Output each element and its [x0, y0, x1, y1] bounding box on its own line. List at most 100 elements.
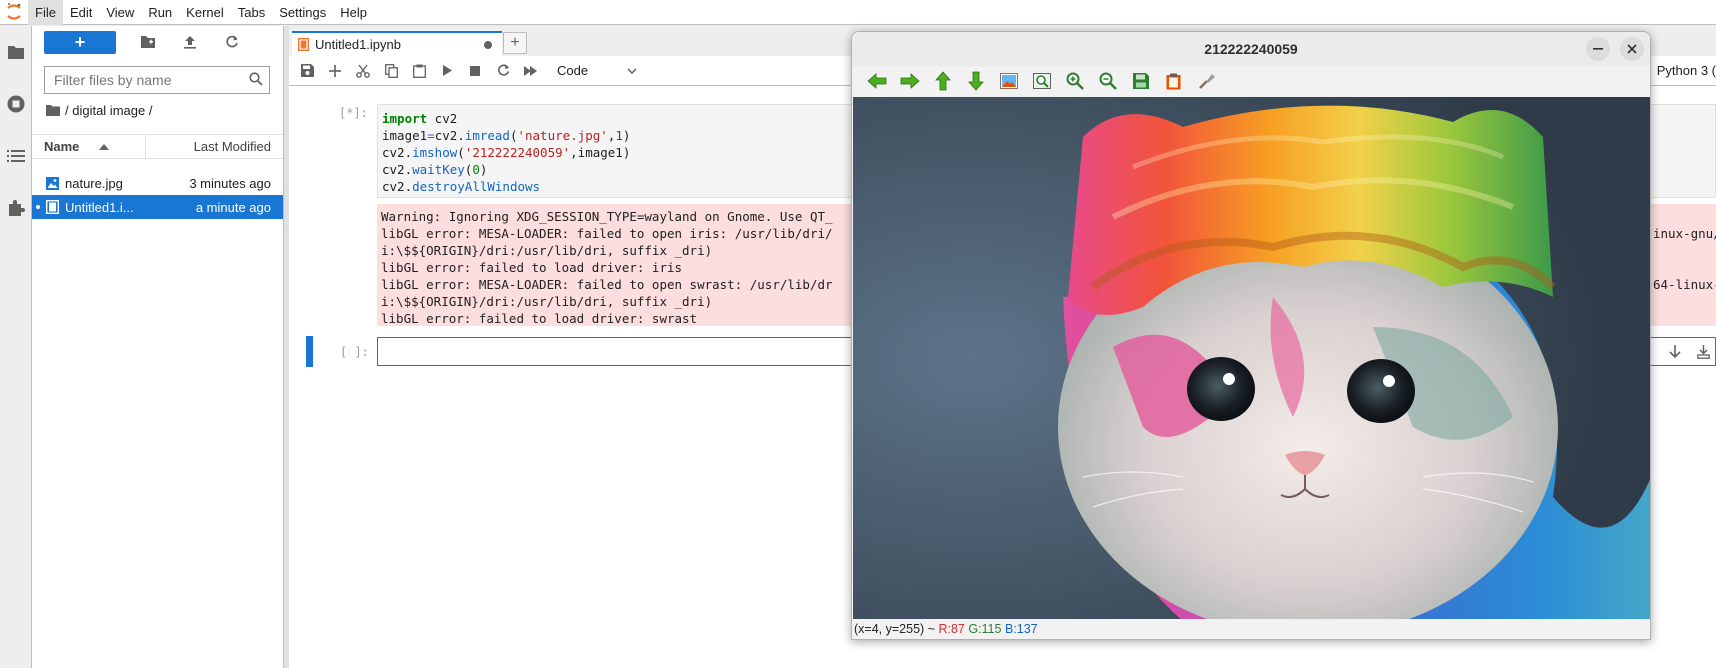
search-icon: [249, 71, 263, 89]
execution-prompt-empty: [ ]:: [340, 345, 369, 359]
breadcrumb: / digital image /: [46, 100, 283, 120]
menu-run[interactable]: Run: [141, 0, 179, 25]
notebook-file-icon: [46, 200, 59, 214]
cell-type-value: Code: [557, 63, 589, 78]
running-kernels-icon[interactable]: [0, 78, 32, 130]
copy-image-icon[interactable]: [1157, 68, 1190, 94]
move-down-icon[interactable]: [1666, 343, 1684, 361]
code-function: imshow: [412, 145, 458, 160]
interrupt-icon[interactable]: [461, 59, 489, 83]
file-browser-toolbar: +: [32, 26, 283, 58]
file-filter-field[interactable]: [44, 66, 270, 94]
tab-untitled1-ipynb[interactable]: Untitled1.ipynb: [292, 31, 502, 56]
new-tab-button[interactable]: +: [503, 32, 527, 54]
code-line: import cv2: [382, 111, 458, 126]
chevron-down-icon: [627, 67, 637, 74]
menu-edit[interactable]: Edit: [63, 0, 99, 25]
notebook-icon: [298, 38, 309, 51]
properties-icon[interactable]: [1190, 68, 1223, 94]
folder-icon[interactable]: [0, 26, 32, 78]
zoom-out-icon[interactable]: [1091, 68, 1124, 94]
insert-cell-icon[interactable]: [321, 59, 349, 83]
code-number: 1: [615, 128, 623, 143]
window-titlebar[interactable]: 212222240059: [852, 32, 1650, 66]
close-icon: [1627, 44, 1637, 54]
file-name: Untitled1.i...: [65, 199, 134, 215]
run-all-icon[interactable]: [517, 59, 545, 83]
unsaved-dot-icon[interactable]: [484, 40, 492, 49]
new-launcher-button[interactable]: +: [44, 30, 116, 54]
file-browser: + / digital image / Name Last Modified: [32, 26, 283, 668]
zoom-original-icon[interactable]: [992, 68, 1025, 94]
save-image-icon[interactable]: [1124, 68, 1157, 94]
code-string: 'nature.jpg': [517, 128, 608, 143]
menu-bar: File Edit View Run Kernel Tabs Settings …: [0, 0, 1716, 25]
pan-left-icon[interactable]: [860, 68, 893, 94]
minimize-button[interactable]: [1586, 37, 1610, 61]
output-line: libGL error: MESA-LOADER: failed to open…: [381, 226, 833, 241]
upload-icon[interactable]: [178, 30, 202, 54]
sort-ascending-icon: [99, 143, 110, 150]
menu-kernel[interactable]: Kernel: [179, 0, 231, 25]
kernel-name[interactable]: Python 3 (: [1657, 63, 1716, 78]
restart-icon[interactable]: [489, 59, 517, 83]
menu-file[interactable]: File: [28, 0, 63, 25]
code-line: cv2.imshow('212222240059',image1): [382, 145, 631, 160]
home-folder-icon[interactable]: [46, 104, 60, 116]
output-line-tail: 64-linux-: [1653, 277, 1716, 292]
code-line: image1=cv2.imread('nature.jpg',1): [382, 128, 631, 143]
code-operator: =: [427, 128, 435, 143]
image-status-bar: (x=4, y=255) ~ R:87 G:115 B:137: [852, 619, 1650, 639]
pan-up-icon[interactable]: [926, 68, 959, 94]
active-cell-indicator: [306, 336, 313, 367]
file-name: nature.jpg: [65, 175, 123, 191]
file-row-untitled1[interactable]: Untitled1.i... a minute ago: [32, 195, 283, 219]
code-string: '212222240059': [464, 145, 571, 160]
close-button[interactable]: [1620, 37, 1644, 61]
pixel-red-value: R:87: [938, 622, 965, 636]
column-name[interactable]: Name: [32, 135, 146, 158]
file-modified: 3 minutes ago: [189, 175, 271, 191]
opencv-image-window[interactable]: 212222240059 (x=4, y=255) ~ R:87 G:115 B…: [851, 31, 1651, 640]
file-list-header: Name Last Modified: [32, 134, 283, 159]
save-icon[interactable]: [293, 59, 321, 83]
code-line: cv2.destroyAllWindows: [382, 179, 541, 194]
zoom-fit-icon[interactable]: [1025, 68, 1058, 94]
minimize-icon: [1593, 48, 1603, 50]
pan-right-icon[interactable]: [893, 68, 926, 94]
menu-help[interactable]: Help: [333, 0, 374, 25]
breadcrumb-path[interactable]: / digital image /: [65, 103, 152, 118]
cell-type-dropdown[interactable]: Code: [557, 63, 637, 78]
activity-bar: [0, 26, 32, 668]
table-of-contents-icon[interactable]: [0, 130, 32, 182]
output-line: i:\$${ORIGIN}/dri:/usr/lib/dri, suffix _…: [381, 243, 713, 258]
run-icon[interactable]: [433, 59, 461, 83]
file-row-nature[interactable]: nature.jpg 3 minutes ago: [32, 171, 283, 195]
menu-settings[interactable]: Settings: [272, 0, 333, 25]
image-file-icon: [46, 176, 59, 190]
output-line: libGL error: failed to load driver: swra…: [381, 311, 698, 326]
output-line: Warning: Ignoring XDG_SESSION_TYPE=wayla…: [381, 209, 833, 224]
output-line: libGL error: failed to load driver: iris: [381, 260, 683, 275]
output-overflow-right: inux-gnu/ 64-linux-: [1653, 208, 1716, 293]
menu-view[interactable]: View: [99, 0, 141, 25]
new-folder-icon[interactable]: [136, 30, 160, 54]
tab-label: Untitled1.ipynb: [315, 37, 401, 52]
pixel-green-value: G:115: [968, 622, 1002, 636]
refresh-icon[interactable]: [220, 30, 244, 54]
pan-down-icon[interactable]: [959, 68, 992, 94]
column-name-label: Name: [44, 139, 80, 154]
column-last-modified[interactable]: Last Modified: [146, 135, 283, 158]
menu-tabs[interactable]: Tabs: [231, 0, 272, 25]
output-line-tail: inux-gnu/: [1653, 226, 1716, 241]
code-function: destroyAllWindows: [412, 179, 541, 194]
zoom-in-icon[interactable]: [1058, 68, 1091, 94]
kitten-image[interactable]: [853, 97, 1650, 621]
cut-icon[interactable]: [349, 59, 377, 83]
paste-icon[interactable]: [405, 59, 433, 83]
insert-below-icon[interactable]: [1694, 343, 1712, 361]
code-keyword: import: [382, 111, 428, 126]
copy-icon[interactable]: [377, 59, 405, 83]
file-filter-input[interactable]: [54, 72, 249, 88]
extensions-icon[interactable]: [0, 182, 32, 234]
